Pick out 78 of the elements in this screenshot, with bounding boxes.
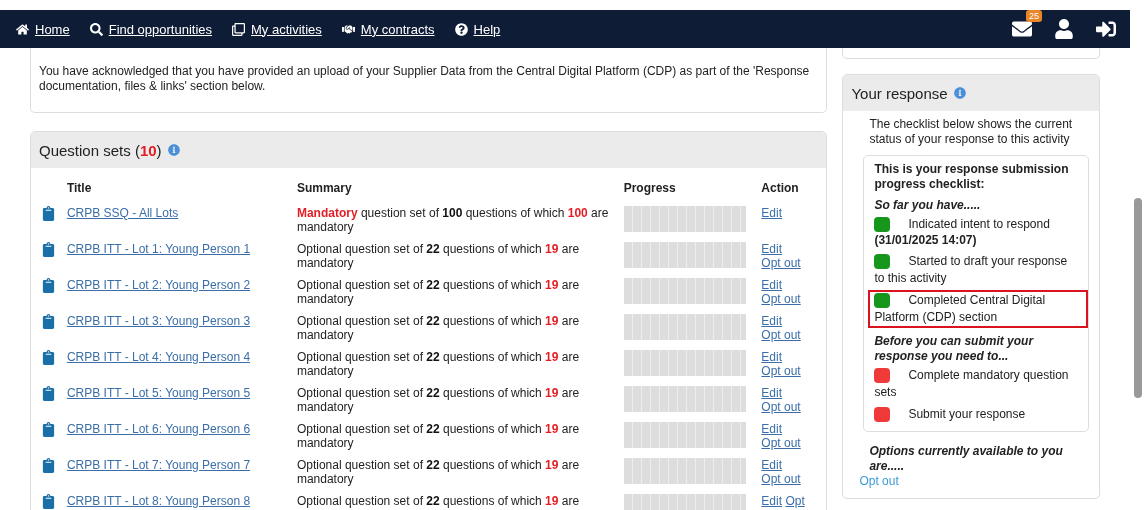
home-icon: [16, 22, 29, 36]
options-heading: Options currently available to you are.....: [869, 444, 1064, 474]
summary-cell-text: Optional question set of 22 questions of which 19 are: [295, 493, 581, 510]
checklist-item: Indicated intent to respond: [908, 217, 1050, 231]
checklist-title: This is your response submission progress checklist:: [874, 162, 1070, 192]
nav-link[interactable]: Help: [454, 21, 501, 37]
clipboard-icon: [41, 422, 56, 437]
summary-cell-text: Optional question set of 22 questions of which 19 are mandatory: [295, 313, 581, 344]
action-link[interactable]: Opt out: [761, 364, 801, 378]
panel-title: Your response: [851, 84, 948, 102]
user-icon[interactable]: [1054, 19, 1074, 39]
question-set-link[interactable]: CRPB ITT - Lot 8: Young Person 8: [66, 494, 251, 508]
question-set-link[interactable]: CRPB ITT - Lot 7: Young Person 7: [66, 458, 251, 472]
clipboard-icon: [41, 314, 56, 329]
action-link[interactable]: Edit: [761, 314, 783, 328]
action-link[interactable]: Opt out: [761, 472, 801, 486]
help-icon: [454, 22, 468, 36]
clipboard-icon: [41, 458, 56, 473]
checklist-date: (31/01/2025 14:07): [874, 233, 978, 248]
column-header: Title: [65, 180, 93, 197]
summary-cell-text: Optional question set of 22 questions of which 19 are mandatory: [295, 349, 581, 380]
clipboard-icon: [41, 206, 56, 221]
summary-cell-text: Optional question set of 22 questions of which 19 are mandatory: [295, 385, 581, 416]
action-link[interactable]: Opt out: [761, 256, 801, 270]
action-link[interactable]: Edit: [761, 278, 783, 292]
info-icon: [953, 87, 966, 99]
sign-out-icon[interactable]: [1096, 19, 1116, 39]
action-link[interactable]: Edit: [761, 242, 783, 256]
upload-notice: You have acknowledged that you have provided an upload of your Supplier Data from the Central Digital Platform (CDP) as part of the 'Response documentation, files & links' section below.: [39, 64, 811, 94]
column-header: Progress: [622, 180, 677, 197]
summary-cell-text: Optional question set of 22 questions of which 19 are mandatory: [295, 277, 581, 308]
info-icon: [167, 144, 180, 156]
clipboard-icon: [41, 494, 56, 509]
nav-link[interactable]: Find opportunities: [89, 21, 213, 37]
clipboard-icon: [41, 278, 56, 293]
column-header: Summary: [295, 180, 353, 197]
action-link[interactable]: Edit: [761, 458, 783, 472]
action-link[interactable]: Edit: [761, 494, 783, 508]
checklist-item: Complete mandatory question sets: [874, 368, 1069, 399]
panel-title: Question sets (10): [39, 141, 162, 159]
question-set-link[interactable]: CRPB ITT - Lot 1: Young Person 1: [66, 242, 251, 256]
action-link[interactable]: Edit: [761, 350, 783, 364]
summary-cell-text: Optional question set of 22 questions of which 19 are mandatory: [295, 241, 581, 272]
action-link[interactable]: Opt out: [761, 292, 801, 306]
action-link[interactable]: Opt: [785, 494, 805, 508]
search-icon: [89, 22, 103, 36]
opt-out-link[interactable]: Opt out: [859, 474, 899, 488]
question-set-link[interactable]: CRPB SSQ - All Lots: [66, 206, 179, 220]
question-set-link[interactable]: CRPB ITT - Lot 6: Young Person 6: [66, 422, 251, 436]
copy-icon: [232, 22, 246, 36]
notification-badge: 25: [1026, 10, 1042, 22]
checklist-heading: Before you can submit your response you need to...: [874, 334, 1035, 364]
action-link[interactable]: Opt out: [761, 400, 801, 414]
checklist-item: Started to draft your response to this activity: [874, 254, 1068, 285]
clipboard-icon: [41, 386, 56, 401]
summary-cell-text: Optional question set of 22 questions of which 19 are mandatory: [295, 421, 581, 452]
summary-cell-text: Optional question set of 22 questions of which 19 are mandatory: [295, 457, 581, 488]
summary-cell-text: Mandatory question set of 100 questions of which 100 are mandatory: [295, 205, 610, 236]
intro-text: The checklist below shows the current status of your response to this activity: [869, 117, 1074, 147]
action-link[interactable]: Opt out: [761, 328, 801, 342]
mail-icon[interactable]: [1012, 19, 1032, 39]
clipboard-icon: [41, 242, 56, 257]
nav-link[interactable]: My activities: [232, 21, 322, 37]
nav-link[interactable]: My contracts: [341, 21, 435, 37]
question-set-link[interactable]: CRPB ITT - Lot 5: Young Person 5: [66, 386, 251, 400]
checklist-item: Submit your response: [908, 407, 1026, 421]
action-link[interactable]: Edit: [761, 206, 783, 220]
action-link[interactable]: Edit: [761, 386, 783, 400]
column-header: Action: [760, 180, 800, 197]
clipboard-icon: [41, 350, 56, 365]
question-set-link[interactable]: CRPB ITT - Lot 2: Young Person 2: [66, 278, 251, 292]
question-set-link[interactable]: CRPB ITT - Lot 3: Young Person 3: [66, 314, 251, 328]
action-link[interactable]: Opt out: [761, 436, 801, 450]
question-set-link[interactable]: CRPB ITT - Lot 4: Young Person 4: [66, 350, 251, 364]
action-link[interactable]: Edit: [761, 422, 783, 436]
checklist-heading: So far you have.....: [874, 198, 982, 213]
checklist-item: Completed Central Digital Platform (CDP) section: [874, 293, 1046, 324]
nav-link[interactable]: Home: [16, 21, 70, 37]
